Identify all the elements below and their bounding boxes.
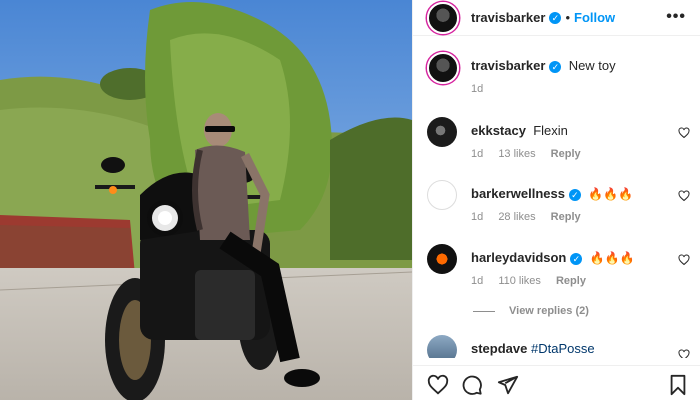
separator-dot: •: [565, 10, 571, 25]
header-username[interactable]: travisbarker: [471, 10, 545, 25]
avatar[interactable]: [427, 117, 457, 147]
comment-time: 1d: [471, 275, 484, 287]
reply-button[interactable]: Reply: [551, 148, 581, 160]
comment-meta: 1d 28 likes Reply: [471, 211, 593, 223]
comment-meta: 1d 110 likes Reply: [471, 275, 598, 287]
action-bar: [413, 365, 700, 399]
comment-username[interactable]: harleydavidson: [471, 250, 566, 265]
heart-icon[interactable]: [678, 190, 690, 202]
comment-likes[interactable]: 110 likes: [498, 275, 541, 287]
comment-username[interactable]: stepdave: [471, 341, 527, 356]
avatar[interactable]: [427, 335, 457, 358]
bookmark-icon[interactable]: [667, 374, 689, 396]
comment-text-line: barkerwellness ✓ 🔥🔥🔥: [471, 186, 633, 201]
comment-text: Flexin: [533, 123, 568, 138]
comment-time: 1d: [471, 148, 484, 160]
reply-button[interactable]: Reply: [556, 275, 586, 287]
post-header: travisbarker ✓ • Follow •••: [413, 0, 700, 36]
post-photo[interactable]: [0, 0, 412, 400]
comment-username[interactable]: barkerwellness: [471, 186, 565, 201]
caption-time: 1d: [471, 83, 484, 95]
comment-text-line: ekkstacy Flexin: [471, 123, 568, 138]
comment-text-line: harleydavidson ✓ 🔥🔥🔥: [471, 250, 634, 265]
caption-meta: 1d: [471, 83, 495, 95]
avatar[interactable]: [427, 52, 459, 84]
view-replies-button[interactable]: View replies (2): [473, 305, 589, 317]
post-details-panel: travisbarker ✓ • Follow ••• travisbarker…: [412, 0, 700, 400]
caption-username[interactable]: travisbarker: [471, 58, 545, 73]
comment-likes[interactable]: 13 likes: [498, 148, 535, 160]
avatar[interactable]: [427, 1, 459, 34]
comment-meta: 1d 13 likes Reply: [471, 148, 593, 160]
caption-text: New toy: [568, 58, 616, 73]
motorcycle-photo: [0, 0, 412, 400]
comment-time: 1d: [471, 211, 484, 223]
heart-icon[interactable]: [427, 374, 449, 396]
comment-text: 🔥🔥🔥: [588, 187, 634, 201]
comment-likes[interactable]: 28 likes: [498, 211, 535, 223]
more-icon[interactable]: •••: [666, 8, 686, 26]
divider: [473, 310, 495, 312]
comments-list[interactable]: travisbarker ✓ New toy 1d ekkstacy Flexin…: [413, 37, 700, 358]
verified-icon: ✓: [549, 60, 562, 73]
caption-text-line: travisbarker ✓ New toy: [471, 58, 616, 73]
avatar[interactable]: [427, 180, 457, 210]
comment-username[interactable]: ekkstacy: [471, 123, 526, 138]
avatar[interactable]: [427, 244, 457, 274]
heart-icon[interactable]: [678, 349, 690, 358]
comment-icon[interactable]: [461, 374, 483, 396]
verified-icon: ✓: [570, 252, 583, 265]
follow-button[interactable]: Follow: [574, 10, 615, 25]
reply-button[interactable]: Reply: [551, 211, 581, 223]
verified-icon: ✓: [568, 188, 581, 201]
share-icon[interactable]: [497, 374, 519, 396]
comment-text: 🔥🔥🔥: [589, 251, 635, 265]
comment-hashtag[interactable]: #DtaPosse: [531, 341, 595, 356]
heart-icon[interactable]: [678, 127, 690, 139]
comment-text-line: stepdave #DtaPosse: [471, 341, 595, 356]
view-replies-label: View replies (2): [509, 305, 589, 317]
verified-icon: ✓: [549, 11, 562, 24]
heart-icon[interactable]: [678, 254, 690, 266]
